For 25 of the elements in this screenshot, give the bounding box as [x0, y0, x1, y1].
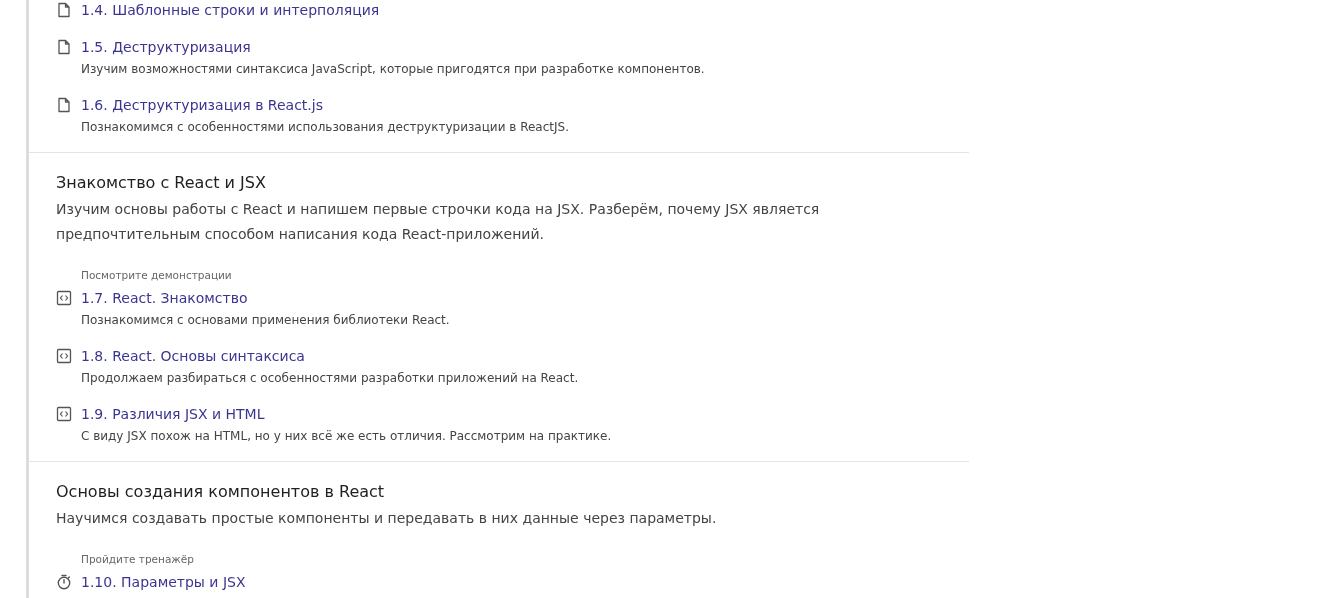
code-icon	[56, 406, 72, 422]
document-icon	[56, 2, 72, 18]
section-title: Знакомство с React и JSX	[56, 172, 267, 194]
lesson-link[interactable]: 1.9. Различия JSX и HTML	[81, 404, 265, 424]
lesson-description: Изучим возможностями синтаксиса JavaScript, которые пригодятся при разработке компонентов.	[81, 61, 706, 78]
section-description: Изучим основы работы с React и напишем первые строчки кода на JSX. Разберём, почему JSX является предпочтительным способом написания кода React-приложений.	[56, 200, 821, 244]
lesson-link[interactable]: 1.4. Шаблонные строки и интерполяция	[81, 0, 380, 20]
code-icon	[56, 290, 72, 306]
lesson-link[interactable]: 1.5. Деструктуризация	[81, 37, 251, 57]
lesson-link[interactable]: 1.7. React. Знакомство	[81, 288, 248, 308]
lesson-link[interactable]: 1.10. Параметры и JSX	[81, 572, 246, 592]
lesson-description: Познакомимся с основами применения библиотеки React.	[81, 312, 451, 329]
document-icon	[56, 97, 72, 113]
lesson-description: Продолжаем разбираться с особенностями разработки приложений на React.	[81, 370, 580, 387]
lesson-link[interactable]: 1.8. React. Основы синтаксиса	[81, 346, 305, 366]
lesson-link[interactable]: 1.6. Деструктуризация в React.js	[81, 95, 323, 115]
document-icon	[56, 39, 72, 55]
lesson-description: Познакомимся с особенностями использования деструктуризации в ReactJS.	[81, 119, 570, 136]
section-title: Основы создания компонентов в React	[56, 481, 386, 503]
lesson-description: С виду JSX похож на HTML, но у них всё же есть отличия. Рассмотрим на практике.	[81, 428, 613, 445]
code-icon	[56, 348, 72, 364]
stopwatch-icon	[56, 574, 72, 590]
section-description: Научимся создавать простые компоненты и передавать в них данные через параметры.	[56, 509, 718, 528]
group-label: Посмотрите демонстрации	[81, 268, 233, 282]
group-label: Пройдите тренажёр	[81, 552, 195, 566]
